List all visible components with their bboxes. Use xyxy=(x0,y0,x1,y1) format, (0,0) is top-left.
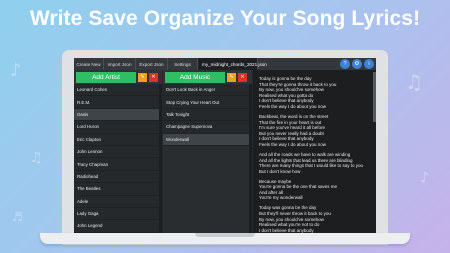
info-button[interactable]: i xyxy=(364,59,374,69)
settings-button[interactable]: ⚙ xyxy=(352,59,362,69)
music-panel: Add Music ✎ ✕ Don't Look Back in Anger St… xyxy=(163,70,252,240)
help-button[interactable]: ? xyxy=(340,59,350,69)
artist-list-item[interactable]: John Lennon xyxy=(74,145,162,159)
add-music-label: Add Music xyxy=(179,73,211,81)
lyrics-scrollbar[interactable] xyxy=(373,72,376,122)
laptop-notch xyxy=(195,233,255,237)
music-note-icon: ♫ xyxy=(30,150,43,166)
music-panel-header: Add Music ✎ ✕ xyxy=(163,70,252,84)
file-name-tab[interactable]: my_midnight_chords_2021.json xyxy=(198,58,267,70)
artist-list-item[interactable]: R.E.M. xyxy=(74,96,162,109)
trash-icon: ✕ xyxy=(151,74,156,80)
app-window: Create New Import Json Export Json Setti… xyxy=(74,58,376,240)
artist-list: Leonard Cohen R.E.M. Oasis Lord Huron Eric C… xyxy=(74,84,162,240)
music-list-item[interactable]: Stop Crying Your Heart Out xyxy=(163,96,252,109)
artist-list-item[interactable]: Adele xyxy=(74,195,162,208)
music-list: Don't Look Back in Anger Stop Crying Your… xyxy=(163,84,252,146)
music-note-icon: ♪ xyxy=(420,170,429,186)
question-icon: ? xyxy=(343,61,347,67)
artist-list-item[interactable]: Tracy Chapman xyxy=(74,158,162,171)
music-list-item[interactable]: Wonderwall xyxy=(163,133,252,146)
edit-artist-button[interactable]: ✎ xyxy=(138,72,147,82)
lyrics-editor[interactable]: Today is gonna be the day That they're go… xyxy=(253,70,376,240)
delete-artist-button[interactable]: ✕ xyxy=(149,72,158,82)
music-list-item[interactable]: Champagne Supernova xyxy=(163,121,252,134)
add-music-button[interactable]: Add Music xyxy=(165,71,225,83)
gear-icon: ⚙ xyxy=(354,61,360,67)
tab-import-json[interactable]: Import Json xyxy=(104,58,136,70)
headline: Write Save Organize Your Song Lyrics! xyxy=(29,7,421,30)
music-list-item[interactable]: Don't Look Back in Anger xyxy=(163,84,252,97)
pencil-icon: ✎ xyxy=(140,74,145,80)
add-artist-button[interactable]: Add Artist xyxy=(76,71,136,83)
music-note-icon: ♬ xyxy=(12,210,23,224)
lyrics-line: There are many things that I would like … xyxy=(259,163,364,169)
artist-list-item[interactable]: Eric Clapton xyxy=(74,133,162,146)
laptop-frame: Create New Import Json Export Json Setti… xyxy=(62,50,388,245)
add-artist-label: Add Artist xyxy=(92,73,120,81)
tab-export-json[interactable]: Export Json xyxy=(136,58,168,70)
menu-bar: Create New Import Json Export Json Setti… xyxy=(74,58,376,70)
info-icon: i xyxy=(368,61,370,67)
artist-list-item[interactable]: The Beatles xyxy=(74,183,162,196)
tab-settings[interactable]: Settings xyxy=(168,58,198,70)
artist-list-item[interactable]: Oasis xyxy=(74,108,162,122)
music-note-icon: ♪ xyxy=(10,60,22,81)
music-list-item[interactable]: Talk Tonight xyxy=(163,108,252,122)
trash-icon: ✕ xyxy=(240,74,245,80)
edit-music-button[interactable]: ✎ xyxy=(227,72,236,82)
artist-panel: Add Artist ✎ ✕ Leonard Cohen R.E.M. Oasis L… xyxy=(74,70,162,240)
artist-list-item[interactable]: Lady Gaga xyxy=(74,207,162,221)
music-note-icon: ♫ xyxy=(405,70,423,94)
pencil-icon: ✎ xyxy=(229,74,234,80)
artist-list-item[interactable]: John Legend xyxy=(74,220,162,233)
artist-panel-header: Add Artist ✎ ✕ xyxy=(74,70,162,84)
tab-create-new[interactable]: Create New xyxy=(74,58,104,70)
artist-list-item[interactable]: Radiohead xyxy=(74,170,162,184)
artist-list-item[interactable]: Leonard Cohen xyxy=(74,84,162,97)
artist-scrollbar[interactable] xyxy=(159,84,162,240)
artist-list-item[interactable]: Lord Huron xyxy=(74,121,162,134)
delete-music-button[interactable]: ✕ xyxy=(238,72,247,82)
music-scrollbar[interactable] xyxy=(249,84,252,240)
